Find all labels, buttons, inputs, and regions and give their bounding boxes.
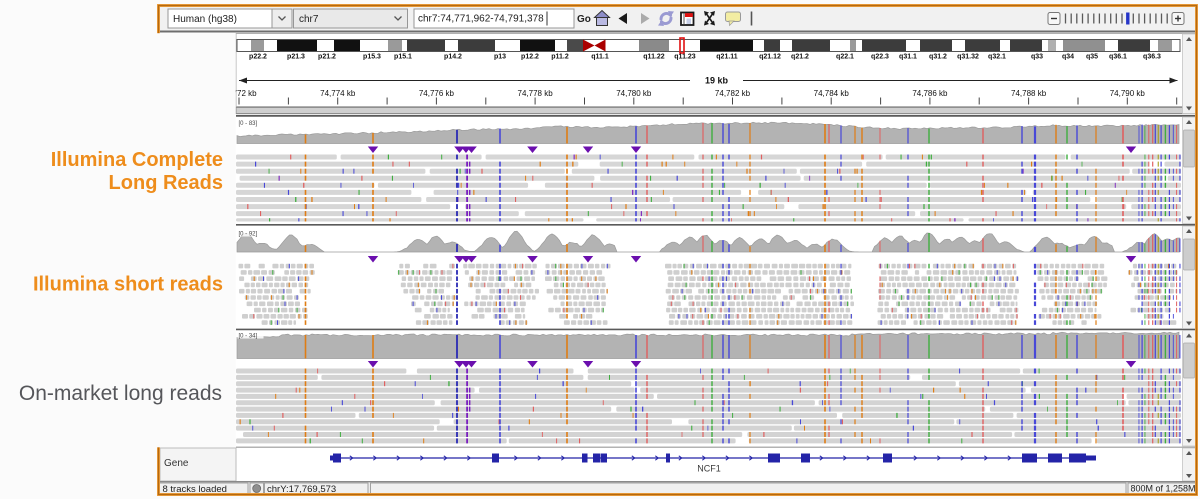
svg-text:q31.1: q31.1 [899,54,917,61]
svg-text:NCF1: NCF1 [697,464,721,474]
svg-text:p15.3: p15.3 [363,54,381,61]
svg-text:On-market long reads: On-market long reads [19,382,222,405]
svg-text:chr7: chr7 [299,14,319,25]
svg-text:[0 - 83]: [0 - 83] [239,121,258,127]
svg-text:74,774 kb: 74,774 kb [320,89,356,98]
svg-text:74,778 kb: 74,778 kb [518,89,554,98]
svg-text:q33: q33 [1031,54,1043,61]
svg-text:q31.32: q31.32 [957,54,979,61]
svg-text:p13: p13 [494,54,506,61]
svg-text:p21.2: p21.2 [318,54,336,61]
svg-text:p12.2: p12.2 [521,54,539,61]
svg-text:p14.2: p14.2 [444,54,462,61]
svg-text:q21.12: q21.12 [759,54,781,61]
svg-text:q36.1: q36.1 [1109,54,1127,61]
svg-text:74,786 kb: 74,786 kb [912,89,948,98]
svg-text:74,784 kb: 74,784 kb [814,89,850,98]
svg-text:p22.2: p22.2 [249,54,267,61]
svg-text:q22.1: q22.1 [836,54,854,61]
svg-text:Illumina short reads: Illumina short reads [33,274,223,296]
svg-text:Long Reads: Long Reads [109,172,223,194]
svg-text:74,782 kb: 74,782 kb [715,89,751,98]
svg-text:q36.3: q36.3 [1143,54,1161,61]
svg-text:q31.2: q31.2 [929,54,947,61]
svg-text:Illumina Complete: Illumina Complete [51,149,223,171]
svg-text:Go: Go [577,14,591,25]
svg-text:800M of 1,258M: 800M of 1,258M [1131,484,1196,494]
svg-text:chr7:74,771,962-74,791,378: chr7:74,771,962-74,791,378 [418,14,544,25]
svg-text:[0 - 34]: [0 - 34] [239,334,258,340]
svg-text:74,790 kb: 74,790 kb [1110,89,1146,98]
svg-text:[0 - 92]: [0 - 92] [239,232,258,238]
svg-text:q11.1: q11.1 [591,54,609,61]
svg-text:q21.11: q21.11 [716,54,738,61]
svg-text:q32.1: q32.1 [988,54,1006,61]
svg-text:q11.23: q11.23 [674,54,696,61]
svg-text:p15.1: p15.1 [394,54,412,61]
svg-text:74,776 kb: 74,776 kb [419,89,455,98]
svg-text:p11.2: p11.2 [551,54,569,61]
svg-text:Gene: Gene [164,458,189,469]
svg-text:p21.3: p21.3 [287,54,305,61]
svg-text:q22.3: q22.3 [871,54,889,61]
svg-text:74,780 kb: 74,780 kb [616,89,652,98]
svg-text:q11.22: q11.22 [643,54,665,61]
svg-text:74,788 kb: 74,788 kb [1011,89,1047,98]
svg-text:Human (hg38): Human (hg38) [173,14,237,25]
svg-text:q34: q34 [1062,54,1074,61]
svg-text:19 kb: 19 kb [705,76,729,86]
svg-text:q21.2: q21.2 [791,54,809,61]
svg-text:q35: q35 [1086,54,1098,61]
